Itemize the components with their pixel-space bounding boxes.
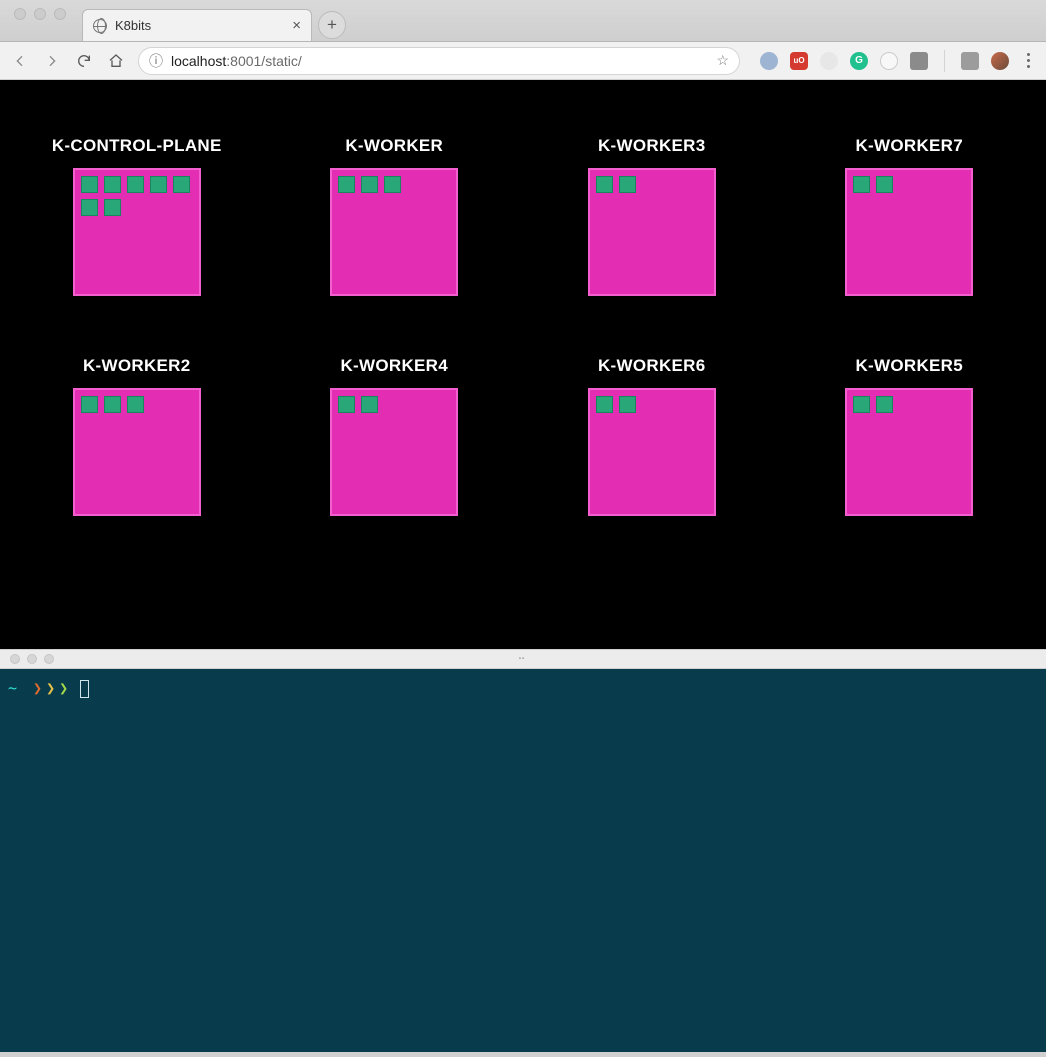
- close-tab-icon[interactable]: ×: [292, 18, 301, 33]
- pod-icon[interactable]: [853, 176, 870, 193]
- node-box[interactable]: [845, 168, 973, 296]
- ublock-icon[interactable]: uO: [790, 52, 808, 70]
- browser-window: K8bits × + ⓘ localhost:8001/static/ ☆ uO: [0, 0, 1046, 649]
- node-box[interactable]: [330, 168, 458, 296]
- cluster-node: K-WORKER5: [781, 356, 1039, 516]
- browser-menu-button[interactable]: [1021, 53, 1036, 68]
- extension-icon[interactable]: [880, 52, 898, 70]
- pod-icon[interactable]: [104, 396, 121, 413]
- profile-avatar[interactable]: [991, 52, 1009, 70]
- node-box[interactable]: [330, 388, 458, 516]
- forward-button[interactable]: [42, 51, 62, 71]
- tab-strip: K8bits × +: [0, 0, 1046, 42]
- cluster-node: K-WORKER4: [266, 356, 524, 516]
- pod-icon[interactable]: [173, 176, 190, 193]
- terminal-titlebar[interactable]: ⠒: [0, 649, 1046, 669]
- pod-icon[interactable]: [104, 199, 121, 216]
- maximize-window-icon[interactable]: [54, 8, 66, 20]
- pod-icon[interactable]: [619, 176, 636, 193]
- new-tab-button[interactable]: +: [318, 11, 346, 39]
- node-title: K-WORKER7: [855, 136, 963, 156]
- browser-toolbar: ⓘ localhost:8001/static/ ☆ uO G: [0, 42, 1046, 80]
- pod-icon[interactable]: [619, 396, 636, 413]
- tab-title: K8bits: [115, 18, 151, 33]
- node-box[interactable]: [845, 388, 973, 516]
- node-grid: K-CONTROL-PLANE K-WORKER K-WORKER3 K-WORKER…: [8, 136, 1038, 516]
- window-controls[interactable]: [0, 8, 80, 34]
- prompt-arrow-icon: ❯: [33, 679, 42, 699]
- node-title: K-WORKER6: [598, 356, 706, 376]
- extension-icon[interactable]: [760, 52, 778, 70]
- node-title: K-WORKER5: [855, 356, 963, 376]
- bookmark-star-icon[interactable]: ☆: [716, 52, 729, 69]
- address-bar[interactable]: ⓘ localhost:8001/static/ ☆: [138, 47, 740, 75]
- grammarly-icon[interactable]: G: [850, 52, 868, 70]
- pod-icon[interactable]: [853, 396, 870, 413]
- browser-tab[interactable]: K8bits ×: [82, 9, 312, 41]
- reload-button[interactable]: [74, 51, 94, 71]
- resize-grip-icon[interactable]: ⠒: [517, 653, 528, 666]
- close-window-icon[interactable]: [10, 654, 20, 664]
- node-title: K-WORKER4: [340, 356, 448, 376]
- pod-icon[interactable]: [127, 176, 144, 193]
- cluster-node: K-CONTROL-PLANE: [8, 136, 266, 296]
- pod-icon[interactable]: [150, 176, 167, 193]
- node-title: K-CONTROL-PLANE: [52, 136, 222, 156]
- pod-icon[interactable]: [81, 199, 98, 216]
- media-icon[interactable]: [961, 52, 979, 70]
- site-info-icon[interactable]: ⓘ: [149, 51, 163, 71]
- terminal-pane[interactable]: ~ ❯❯❯: [0, 669, 1046, 1052]
- pod-icon[interactable]: [338, 176, 355, 193]
- node-title: K-WORKER3: [598, 136, 706, 156]
- close-window-icon[interactable]: [14, 8, 26, 20]
- cluster-node: K-WORKER: [266, 136, 524, 296]
- node-title: K-WORKER: [345, 136, 443, 156]
- pod-icon[interactable]: [596, 396, 613, 413]
- minimize-window-icon[interactable]: [34, 8, 46, 20]
- home-button[interactable]: [106, 51, 126, 71]
- pod-icon[interactable]: [384, 176, 401, 193]
- node-box[interactable]: [588, 168, 716, 296]
- extension-tray: uO G: [752, 50, 1036, 72]
- globe-icon: [93, 19, 107, 33]
- prompt-arrow-icon: ❯: [46, 679, 55, 699]
- page-content: K-CONTROL-PLANE K-WORKER K-WORKER3 K-WORKER…: [0, 80, 1046, 649]
- cluster-node: K-WORKER6: [523, 356, 781, 516]
- pod-icon[interactable]: [81, 396, 98, 413]
- node-box[interactable]: [73, 168, 201, 296]
- cluster-node: K-WORKER7: [781, 136, 1039, 296]
- apps-icon[interactable]: [910, 52, 928, 70]
- cluster-node: K-WORKER3: [523, 136, 781, 296]
- url-text: localhost:8001/static/: [171, 53, 302, 69]
- node-box[interactable]: [588, 388, 716, 516]
- pod-icon[interactable]: [876, 396, 893, 413]
- minimize-window-icon[interactable]: [27, 654, 37, 664]
- pod-icon[interactable]: [361, 396, 378, 413]
- pod-icon[interactable]: [338, 396, 355, 413]
- pod-icon[interactable]: [104, 176, 121, 193]
- terminal-prompt: ~ ❯❯❯: [8, 679, 1038, 699]
- pod-icon[interactable]: [596, 176, 613, 193]
- pod-icon[interactable]: [876, 176, 893, 193]
- pod-icon[interactable]: [81, 176, 98, 193]
- extension-icon[interactable]: [820, 52, 838, 70]
- pod-icon[interactable]: [127, 396, 144, 413]
- node-title: K-WORKER2: [83, 356, 191, 376]
- maximize-window-icon[interactable]: [44, 654, 54, 664]
- prompt-arrow-icon: ❯: [59, 679, 68, 699]
- node-box[interactable]: [73, 388, 201, 516]
- prompt-path: ~: [8, 679, 17, 699]
- cluster-node: K-WORKER2: [8, 356, 266, 516]
- back-button[interactable]: [10, 51, 30, 71]
- pod-icon[interactable]: [361, 176, 378, 193]
- terminal-cursor[interactable]: [80, 680, 89, 698]
- separator: [944, 50, 945, 72]
